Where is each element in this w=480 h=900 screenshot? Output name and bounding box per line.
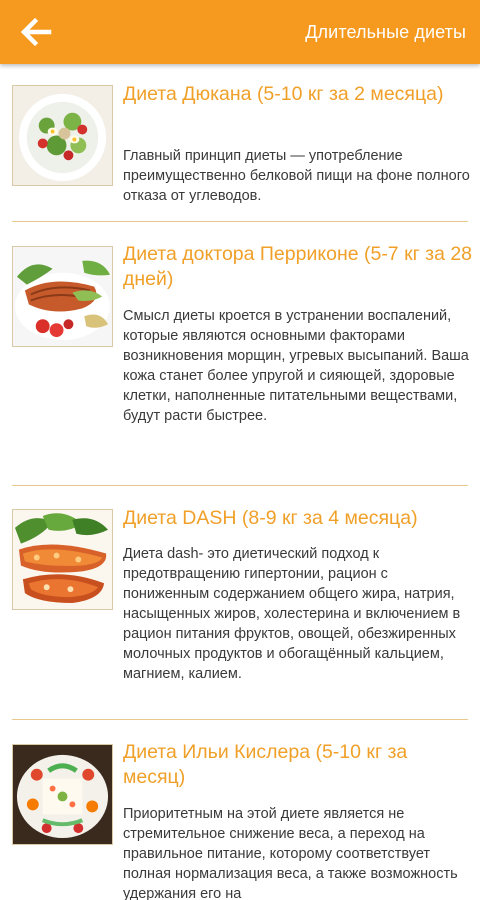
item-title: Диета Ильи Кислера (5-10 кг за месяц) [123, 741, 408, 788]
list-item-diet-3[interactable]: Диета DASH (8-9 кг за 4 месяца) Диета da… [0, 486, 480, 716]
item-title: Диета доктора Перриконе (5-7 кг за 28 дн… [123, 243, 473, 290]
item-description: Смысл диеты кроется в устранении воспале… [123, 308, 469, 424]
item-title: Диета DASH (8-9 кг за 4 месяца) [123, 507, 418, 529]
item-description: Диета dash- это диетический подход к пре… [123, 546, 461, 682]
vegetable-dish-photo [12, 744, 113, 845]
back-button[interactable] [0, 0, 72, 64]
arrow-left-icon [20, 17, 52, 47]
item-title: Диета Дюкана (5-10 кг за 2 месяца) [123, 83, 444, 105]
item-description: Приоритетным на этой диете является не с… [123, 806, 458, 900]
list-item-diet-1[interactable]: Диета Дюкана (5-10 кг за 2 месяца) Главн… [0, 64, 480, 224]
salmon-steak-photo [12, 246, 113, 347]
diet-list[interactable]: Диета Дюкана (5-10 кг за 2 месяца) Главн… [0, 64, 480, 900]
app-bar: Длительные диеты [0, 0, 480, 64]
app-bar-title: Длительные диеты [305, 21, 466, 42]
item-description: Главный принцип диеты — употребление пре… [123, 148, 470, 204]
list-item-diet-4[interactable]: Диета Ильи Кислера (5-10 кг за месяц) Пр… [0, 720, 480, 900]
salad-plate-photo [12, 85, 113, 186]
stuffed-vegetables-photo [12, 509, 113, 610]
list-item-diet-2[interactable]: Диета доктора Перриконе (5-7 кг за 28 дн… [0, 222, 480, 484]
